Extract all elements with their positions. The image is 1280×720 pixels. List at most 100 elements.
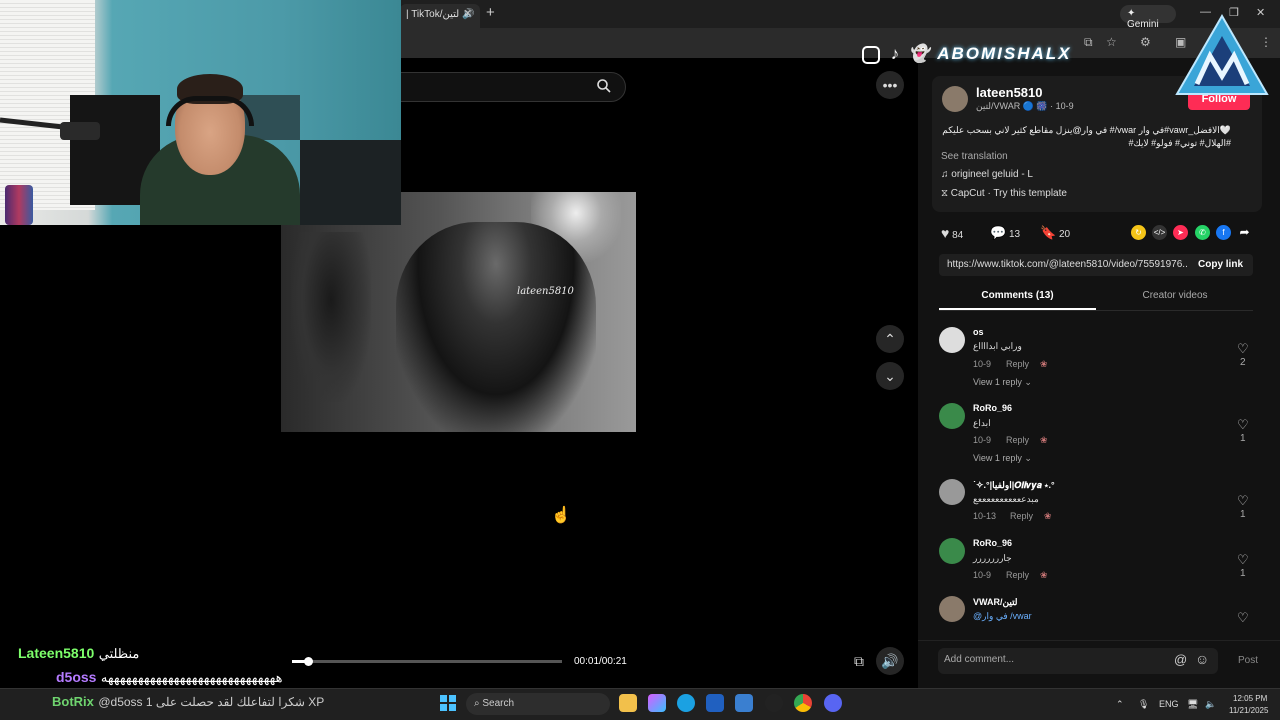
comment-text: ورابي ابدااااع <box>973 341 1022 351</box>
gift-icon[interactable]: ❀ <box>1040 435 1048 446</box>
view-replies-button[interactable]: View 1 reply ⌄ <box>973 453 1032 464</box>
facebook-icon[interactable]: f <box>1216 225 1231 240</box>
like-action[interactable]: ♥ 84 <box>941 225 963 241</box>
taskbar-search[interactable]: ⌕ Search <box>466 693 610 715</box>
comment-like-icon[interactable]: ♡ <box>1237 610 1249 626</box>
commenter-name[interactable]: ˙✧.°|اولفيا|𝑶𝒍𝒊𝒗𝒚𝒂 ⋆.° <box>973 480 1055 491</box>
comment-like-count: 1 <box>1240 568 1246 579</box>
tab-close-icon[interactable]: ✕ <box>463 7 472 20</box>
tab-creator-videos[interactable]: Creator videos <box>1097 284 1253 310</box>
new-tab-icon[interactable]: + <box>486 4 495 21</box>
commenter-name[interactable]: VWAR/لتين <box>973 597 1018 608</box>
progress-thumb[interactable] <box>304 657 313 666</box>
chat-line: d5oss هههههههههههههههههههههههههههههه <box>56 669 283 687</box>
send-icon[interactable]: ➤ <box>1173 225 1188 240</box>
tabs-divider <box>939 310 1253 311</box>
discord-icon[interactable] <box>824 694 842 712</box>
search-icon[interactable] <box>596 78 616 96</box>
commenter-name[interactable]: RoRo_96 <box>973 538 1012 548</box>
reply-button[interactable]: Reply <box>1006 570 1029 580</box>
gift-icon[interactable]: ❀ <box>1040 570 1048 581</box>
chat-message: @d5oss شكرا لتفاعلك لقد حصلت على 1 XP <box>98 695 325 709</box>
author-subline: لتين/VWAR 🔵 🎆 · 10-9 <box>976 101 1074 111</box>
view-replies-button[interactable]: View 1 reply ⌄ <box>973 377 1032 388</box>
search-icon: ⌕ <box>474 698 480 709</box>
commenter-avatar[interactable] <box>939 403 965 429</box>
video-player[interactable]: lateen5810 <box>281 192 636 432</box>
volume-icon[interactable]: 🔊 <box>876 647 904 675</box>
comment-like-icon[interactable]: ♡ <box>1237 493 1249 509</box>
search-input[interactable]: t <box>380 72 626 102</box>
bookmark-star-icon[interactable]: ☆ <box>1106 35 1117 49</box>
comment-date: 10-9 <box>973 570 992 580</box>
chat-username: d5oss <box>56 669 97 685</box>
gift-icon[interactable]: ❀ <box>1044 511 1052 522</box>
chrome-icon[interactable] <box>794 694 812 712</box>
commenter-name[interactable]: os <box>973 327 984 337</box>
commenter-avatar[interactable] <box>939 596 965 622</box>
heart-icon: ♥ <box>941 225 950 241</box>
pip-icon[interactable]: ⧉ <box>845 647 873 675</box>
commenter-name[interactable]: RoRo_96 <box>973 403 1012 413</box>
video-link[interactable]: https://www.tiktok.com/@lateen5810/video… <box>947 259 1187 270</box>
author-avatar[interactable] <box>942 86 968 112</box>
repost-icon[interactable]: ↻ <box>1131 225 1146 240</box>
clock-time[interactable]: 12:05 PM <box>1233 694 1267 703</box>
see-translation-link[interactable]: See translation <box>941 151 1008 162</box>
obs-icon[interactable] <box>765 694 783 712</box>
speaker-icon[interactable]: 🔈 <box>1205 699 1216 710</box>
windows-start-icon[interactable] <box>440 695 456 711</box>
bookmark-icon: 🔖 <box>1040 225 1057 240</box>
edge-icon[interactable] <box>677 694 695 712</box>
commenter-avatar[interactable] <box>939 479 965 505</box>
language-indicator[interactable]: ENG <box>1159 699 1179 709</box>
tab-comments[interactable]: Comments (13) <box>939 284 1096 310</box>
reply-button[interactable]: Reply <box>1010 511 1033 521</box>
store-icon[interactable] <box>706 694 724 712</box>
post-button[interactable]: Post <box>1238 655 1258 666</box>
gemini-button[interactable]: ✦ Gemini <box>1120 5 1176 30</box>
next-video-icon[interactable]: ⌄ <box>876 362 904 390</box>
video-caption: 🤍الافضل_vawr#في وار vwar/# في وار@ينزل م… <box>942 125 1231 148</box>
headset <box>166 96 254 126</box>
comment-icon: 💬 <box>990 225 1007 240</box>
embed-icon[interactable]: </> <box>1152 225 1167 240</box>
copilot-icon[interactable] <box>648 694 666 712</box>
copy-link-button[interactable]: Copy link <box>1198 259 1243 270</box>
network-icon[interactable]: 🖥 <box>1187 699 1198 710</box>
progress-bar[interactable] <box>292 660 562 663</box>
save-action[interactable]: 🔖 20 <box>1040 225 1070 241</box>
share-icon[interactable]: ➦ <box>1237 225 1252 240</box>
file-explorer-icon[interactable] <box>619 694 637 712</box>
comment-like-icon[interactable]: ♡ <box>1237 417 1249 433</box>
video-plant <box>291 232 371 402</box>
chat-message: منظلتي <box>98 646 140 661</box>
commenter-avatar[interactable] <box>939 327 965 353</box>
microphone-icon[interactable]: 🎙 <box>1138 699 1149 710</box>
clock-date[interactable]: 11/21/2025 <box>1229 706 1268 715</box>
reply-button[interactable]: Reply <box>1006 359 1029 369</box>
capcut-link[interactable]: ⧖ CapCut · Try this template <box>941 188 1067 199</box>
previous-video-icon[interactable]: ⌃ <box>876 325 904 353</box>
extensions-icon[interactable]: ⚙ <box>1140 35 1151 49</box>
comment-like-count: 1 <box>1240 509 1246 520</box>
gift-icon[interactable]: ❀ <box>1040 359 1048 370</box>
tray-overflow-icon[interactable]: ⌃ <box>1116 699 1124 710</box>
install-app-icon[interactable]: ⧉ <box>1084 35 1093 50</box>
comment-like-icon[interactable]: ♡ <box>1237 341 1249 357</box>
whatsapp-icon[interactable]: ✆ <box>1195 225 1210 240</box>
webcam-overlay <box>0 0 401 225</box>
commenter-avatar[interactable] <box>939 538 965 564</box>
comment-like-icon[interactable]: ♡ <box>1237 552 1249 568</box>
comment-like-count: 2 <box>1240 357 1246 368</box>
mail-icon[interactable] <box>735 694 753 712</box>
more-options-icon[interactable]: ••• <box>876 71 904 99</box>
comment-action[interactable]: 💬 13 <box>990 225 1020 241</box>
author-username[interactable]: lateen5810 <box>976 85 1043 100</box>
taskbar-search-placeholder: Search <box>482 698 515 709</box>
music-link[interactable]: ♫ origineel geluid - L <box>941 169 1033 180</box>
emoji-icon[interactable]: ☺ <box>1195 651 1209 667</box>
mention-icon[interactable]: @ <box>1174 652 1187 667</box>
brand-logo <box>1175 14 1269 95</box>
reply-button[interactable]: Reply <box>1006 435 1029 445</box>
